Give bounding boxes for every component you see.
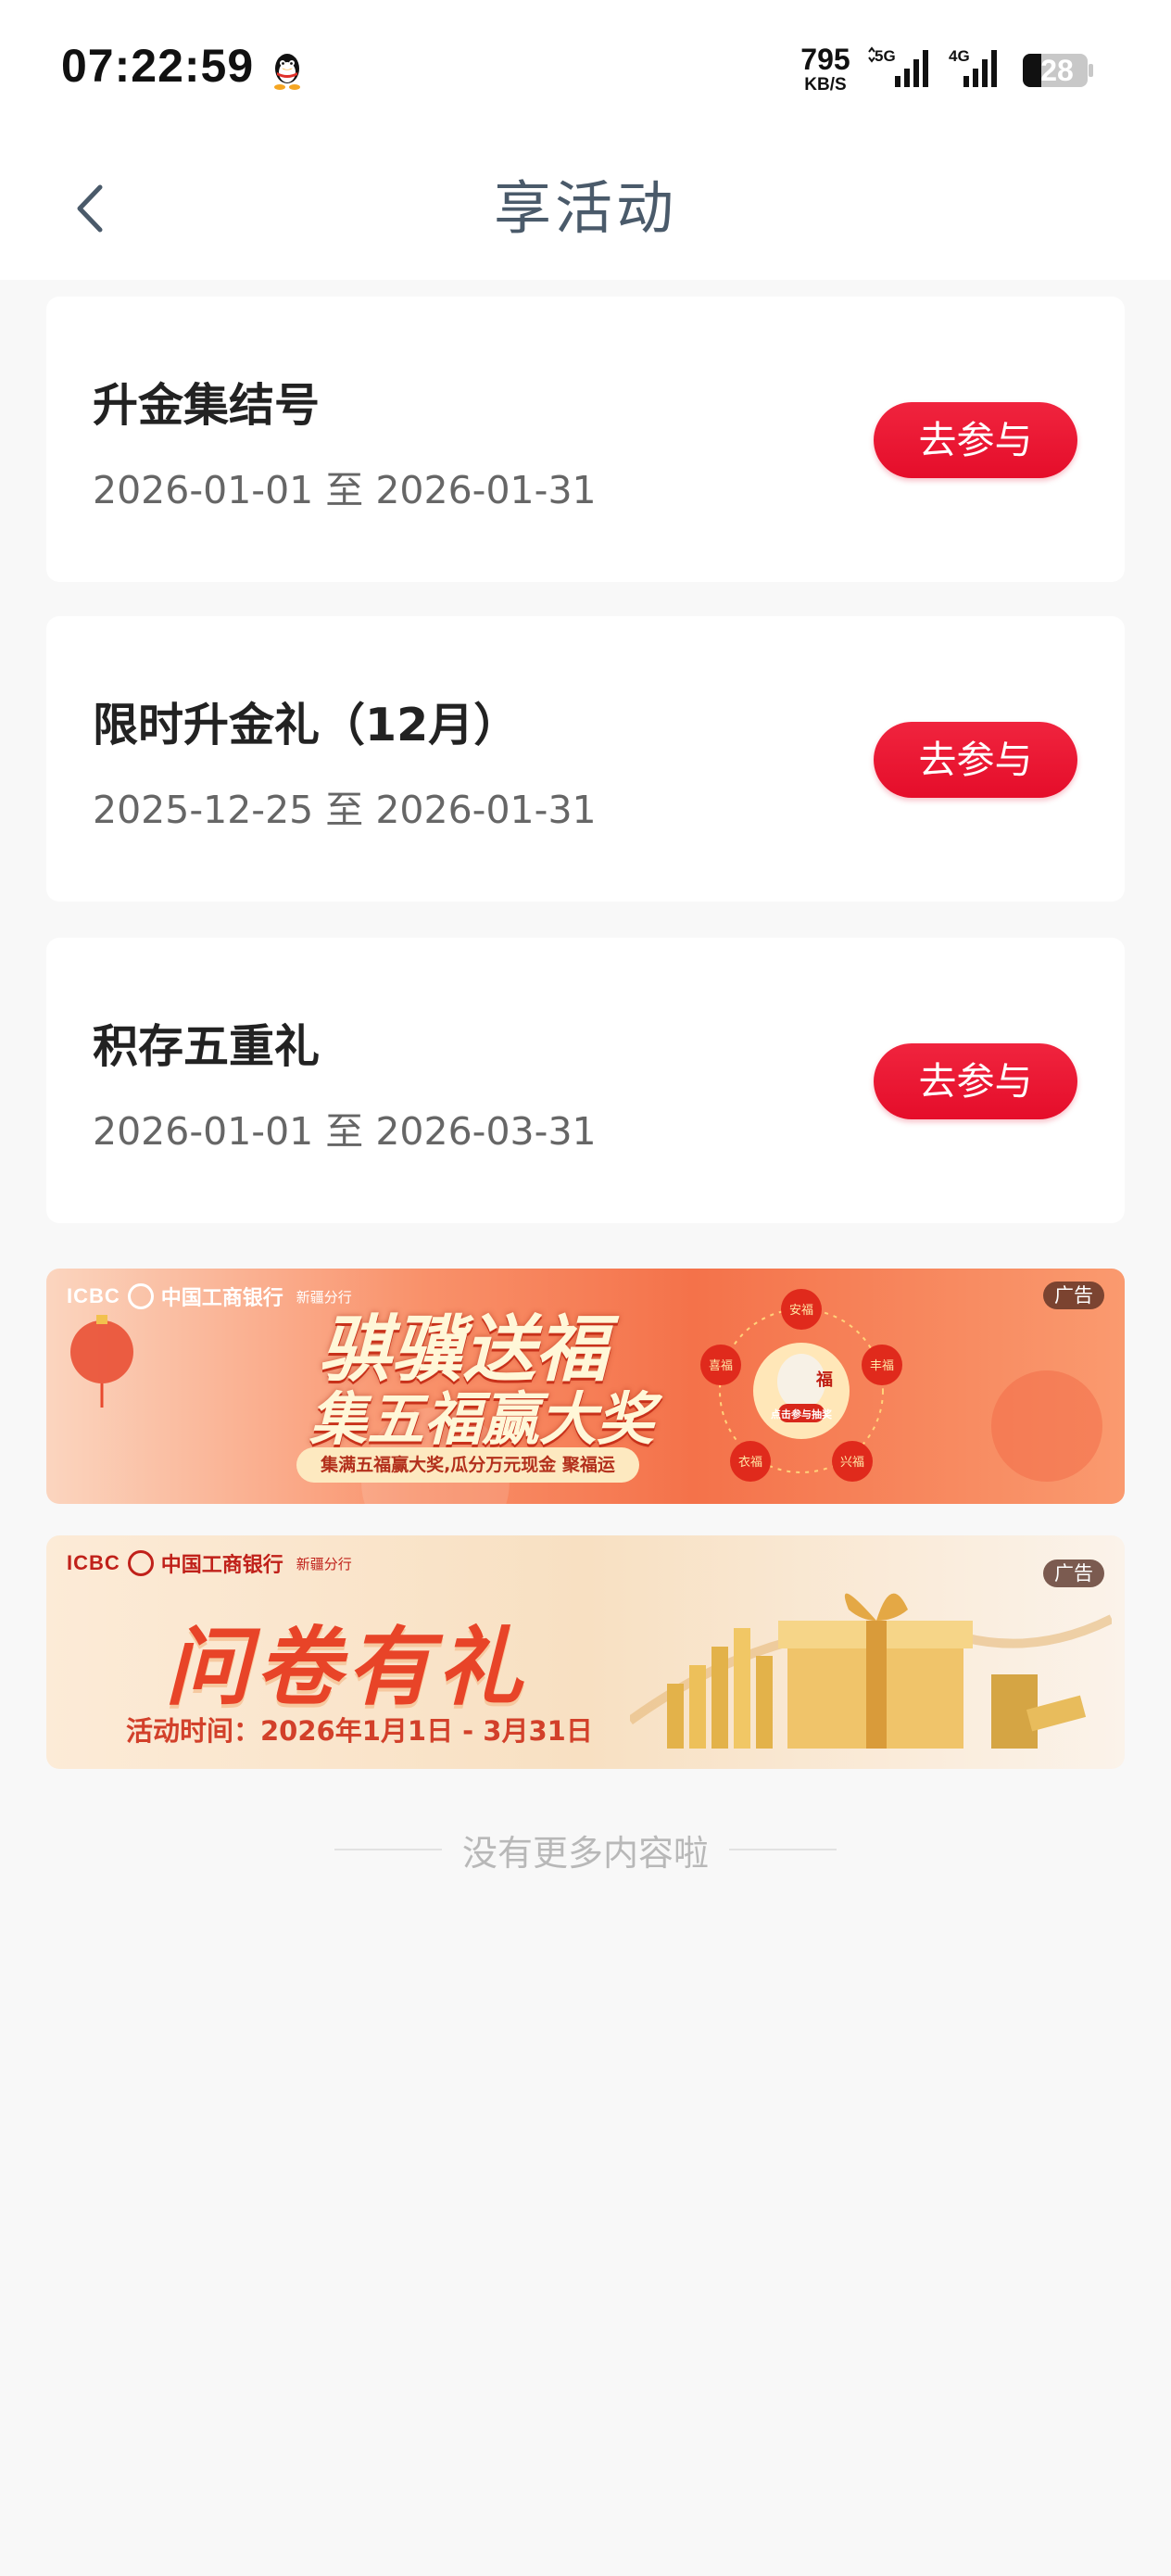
bank-branch: 新疆分行 xyxy=(296,1555,352,1572)
network-speed-unit: KB/S xyxy=(804,75,847,95)
survey-gift-banner[interactable]: ICBC 中国工商银行 新疆分行 广告 问卷有礼 活动时间：2026年1月1日 … xyxy=(46,1535,1125,1769)
join-button[interactable]: 去参与 xyxy=(874,402,1077,478)
no-more-text: 没有更多内容啦 xyxy=(461,1832,709,1874)
wheel-item-3: 兴福 xyxy=(832,1441,873,1482)
network-speed-value: 795 xyxy=(800,43,850,76)
wheel-item-1: 安福 xyxy=(781,1289,822,1330)
no-more-content: 没有更多内容啦 xyxy=(0,1822,1171,1877)
activity-card[interactable]: 升金集结号 2026-01-01 至 2026-01-31 去参与 xyxy=(46,297,1125,582)
svg-text:衣福: 衣福 xyxy=(738,1455,762,1470)
svg-text:丰福: 丰福 xyxy=(870,1359,894,1373)
bank-logo-cn: 中国工商银行 xyxy=(160,1287,283,1310)
activity-date: 2026-01-01 至 2026-03-31 xyxy=(93,1109,597,1154)
page-title: 享活动 xyxy=(493,174,677,242)
svg-text:喜福: 喜福 xyxy=(709,1359,733,1373)
wheel-item-4: 衣福 xyxy=(730,1441,771,1482)
banner-time: 活动时间：2026年1月1日 - 3月31日 xyxy=(126,1715,593,1747)
banner-headline-line1: 骐骥送福 xyxy=(318,1308,608,1392)
join-button[interactable]: 去参与 xyxy=(874,722,1077,798)
signal-5g-label: 5G xyxy=(875,47,896,65)
status-bar: 07:22:59 795 KB/S 5G 4G 28 xyxy=(0,0,1171,139)
battery-level: 28 xyxy=(1040,54,1074,87)
divider xyxy=(729,1849,837,1850)
network-speed: 795 KB/S xyxy=(795,44,856,94)
status-time: 07:22:59 xyxy=(61,40,255,92)
wheel-center-char: 福 xyxy=(815,1370,833,1390)
signal-4g-label: 4G xyxy=(949,47,970,65)
bank-logo: ICBC 中国工商银行 新疆分行 xyxy=(67,1282,352,1311)
qq-penguin-icon xyxy=(274,54,300,90)
lottery-wheel[interactable]: 点击参与抽奖 福 安福 丰福 兴福 衣福 喜福 xyxy=(667,1285,936,1496)
divider xyxy=(334,1849,442,1850)
activity-title: 升金集结号 xyxy=(93,379,321,432)
join-button[interactable]: 去参与 xyxy=(874,1043,1077,1119)
cell-signal-4g-icon: 4G xyxy=(949,47,997,87)
banner-headline: 问卷有礼 xyxy=(165,1618,529,1717)
activity-date: 2025-12-25 至 2026-01-31 xyxy=(93,788,597,832)
cell-signal-5g-icon: 5G xyxy=(868,46,928,87)
activity-title: 积存五重礼 xyxy=(93,1020,321,1073)
wheel-item-5: 喜福 xyxy=(700,1345,741,1385)
bank-branch: 新疆分行 xyxy=(296,1288,352,1306)
banner-headline-line2: 集五福赢大奖 xyxy=(308,1384,654,1453)
chevron-left-icon xyxy=(77,184,103,233)
nav-bar: 享活动 xyxy=(0,139,1171,280)
bank-logo: ICBC 中国工商银行 新疆分行 xyxy=(67,1548,352,1578)
wheel-item-2: 丰福 xyxy=(862,1345,902,1385)
svg-text:兴福: 兴福 xyxy=(840,1456,864,1470)
activity-card[interactable]: 积存五重礼 2026-01-01 至 2026-03-31 去参与 xyxy=(46,938,1125,1223)
svg-text:安福: 安福 xyxy=(789,1304,813,1318)
activity-title: 限时升金礼（12月） xyxy=(93,699,520,751)
activity-card[interactable]: 限时升金礼（12月） 2025-12-25 至 2026-01-31 去参与 xyxy=(46,616,1125,902)
banner-subline: 集满五福赢大奖,瓜分万元现金 聚福运 xyxy=(296,1447,639,1483)
gift-box-illustration xyxy=(630,1593,1112,1749)
bank-logo-en: ICBC xyxy=(67,1551,120,1574)
activity-date: 2026-01-01 至 2026-01-31 xyxy=(93,468,597,512)
wheel-center-label: 点击参与抽奖 xyxy=(771,1408,833,1421)
five-blessings-banner[interactable]: ICBC 中国工商银行 新疆分行 广告 骐骥送福 集五福赢大奖 集满五福赢大奖,… xyxy=(46,1269,1125,1504)
icbc-logo-icon xyxy=(127,1283,154,1309)
banner-headline: 骐骥送福 集五福赢大奖 xyxy=(269,1308,658,1453)
bank-logo-cn: 中国工商银行 xyxy=(160,1554,283,1577)
back-button[interactable] xyxy=(61,176,126,241)
ad-tag: 广告 xyxy=(1043,1282,1104,1309)
bank-logo-en: ICBC xyxy=(67,1284,120,1307)
icbc-logo-icon xyxy=(127,1550,154,1576)
